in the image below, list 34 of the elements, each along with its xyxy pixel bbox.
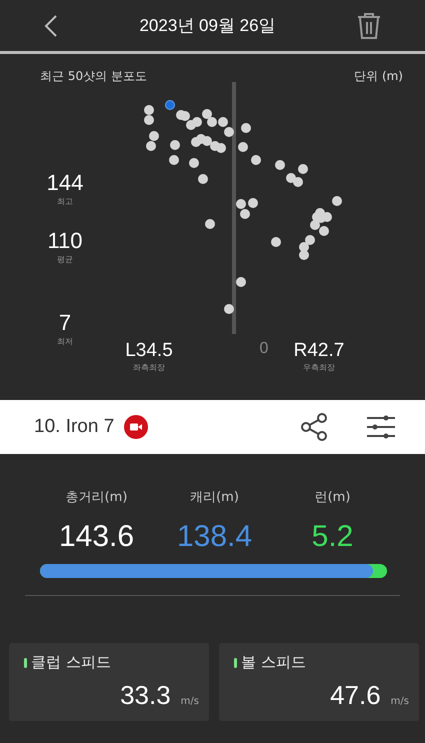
stat-value: 110 [47,228,83,254]
back-icon[interactable] [44,14,58,38]
total-label: 런(m) [314,489,350,506]
sliders-icon[interactable] [366,415,396,439]
side-label: 우측최장 [303,362,335,373]
center-value: 0 [260,340,268,358]
stat-label: 최고 [57,196,73,207]
unit-label: 단위 (m) [354,68,403,85]
trash-icon[interactable] [357,12,381,40]
stat-value: 144 [46,170,84,196]
total-label: 캐리(m) [190,489,239,506]
screen-title: 2023년 09월 26일 [138,15,277,37]
speed-unit: m/s [390,696,409,707]
speed-unit: m/s [180,696,199,707]
speed-value: 47.6 [330,680,381,711]
speed-label: 볼 스피드 [241,653,306,672]
side-label: 좌측최장 [133,362,165,373]
share-icon[interactable] [300,413,328,441]
stat-label: 최저 [57,336,73,347]
chart-title: 최근 50샷의 분포도 [40,68,147,85]
indicator-icon [24,658,27,668]
total-label: 총거리(m) [66,489,128,506]
total-value: 138.4 [176,520,252,554]
stat-value: 7 [58,310,72,336]
side-value: L34.5 [125,340,173,362]
side-value: R42.7 [294,340,344,362]
stat-label: 평균 [57,254,73,265]
video-camera-icon[interactable] [124,415,148,439]
speed-value: 33.3 [120,680,171,711]
total-value: 5.2 [312,520,354,554]
indicator-icon [234,658,237,668]
club-name: 10. Iron 7 [34,416,114,438]
speed-label: 클럽 스피드 [31,653,111,672]
total-value: 143.6 [58,520,134,554]
